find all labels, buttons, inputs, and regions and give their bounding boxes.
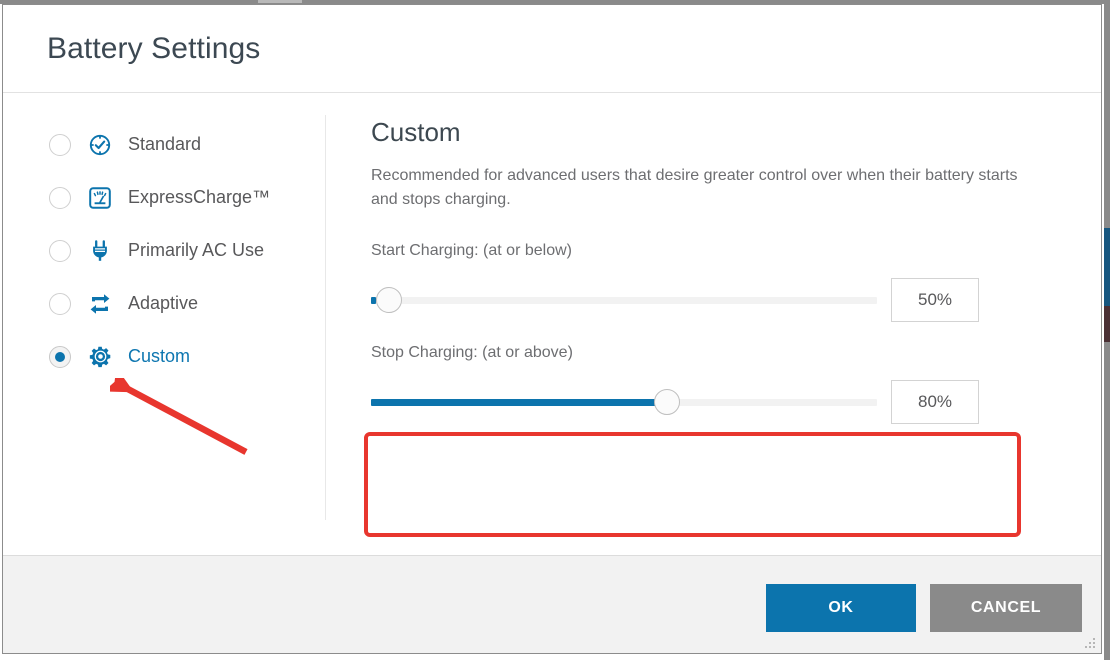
start-charging-slider[interactable] bbox=[371, 287, 877, 313]
mode-option-adaptive[interactable]: Adaptive bbox=[3, 277, 325, 330]
dialog-body: Standard ExpressCharge™ Primarily AC Use… bbox=[3, 93, 1101, 557]
detail-title: Custom bbox=[371, 117, 461, 147]
window-chrome-highlight bbox=[258, 0, 302, 3]
clock-check-icon bbox=[87, 132, 113, 158]
resize-grip[interactable] bbox=[1081, 634, 1095, 648]
stop-charging-value[interactable]: 80% bbox=[891, 380, 979, 424]
start-charging-group: Start Charging: (at or below) 50% bbox=[371, 242, 1101, 322]
radio-adaptive[interactable] bbox=[49, 292, 71, 315]
mode-option-expresscharge[interactable]: ExpressCharge™ bbox=[3, 171, 325, 224]
stop-charging-slider[interactable] bbox=[371, 389, 877, 415]
background-window-edge-dark bbox=[1104, 306, 1110, 342]
detail-description: Recommended for advanced users that desi… bbox=[371, 167, 1018, 208]
start-charging-thumb[interactable] bbox=[375, 287, 402, 313]
mode-label-primarily-ac-use: Primarily AC Use bbox=[128, 240, 265, 260]
desktop-background: Battery Settings Standard ExpressCharge™… bbox=[0, 0, 1110, 660]
mode-option-standard[interactable]: Standard bbox=[3, 118, 325, 171]
mode-label-standard: Standard bbox=[128, 134, 202, 154]
dialog-footer: OK CANCEL bbox=[3, 555, 1101, 653]
dialog-titlebar: Battery Settings bbox=[3, 5, 1101, 93]
radio-custom[interactable] bbox=[49, 345, 71, 368]
repeat-arrows-icon bbox=[87, 291, 113, 317]
mode-label-adaptive: Adaptive bbox=[128, 293, 199, 313]
gear-icon bbox=[87, 344, 113, 370]
ok-button[interactable]: OK bbox=[766, 584, 916, 632]
stop-charging-row: 80% bbox=[371, 380, 1101, 424]
stop-charging-group: Stop Charging: (at or above) 80% bbox=[371, 344, 1101, 424]
page-title: Battery Settings bbox=[47, 31, 261, 65]
stop-charging-thumb[interactable] bbox=[654, 389, 681, 415]
start-charging-row: 50% bbox=[371, 278, 1101, 322]
start-charging-track[interactable] bbox=[371, 297, 877, 304]
battery-mode-list: Standard ExpressCharge™ Primarily AC Use… bbox=[3, 93, 325, 557]
mode-option-primarily-ac-use[interactable]: Primarily AC Use bbox=[3, 224, 325, 277]
footer-button-group: OK CANCEL bbox=[766, 584, 1082, 632]
power-plug-icon bbox=[87, 238, 113, 264]
gauge-icon bbox=[87, 185, 113, 211]
background-window-edge-blue bbox=[1104, 228, 1110, 306]
stop-charging-label: Stop Charging: (at or above) bbox=[371, 344, 573, 361]
battery-settings-dialog: Battery Settings Standard ExpressCharge™… bbox=[2, 4, 1102, 654]
background-window-edge-bottom bbox=[1104, 342, 1110, 660]
mode-label-expresscharge: ExpressCharge™ bbox=[128, 187, 271, 207]
stop-charging-fill bbox=[371, 399, 670, 406]
radio-primarily-ac-use[interactable] bbox=[49, 239, 71, 262]
start-charging-label: Start Charging: (at or below) bbox=[371, 242, 572, 259]
radio-expresscharge[interactable] bbox=[49, 186, 71, 209]
radio-standard[interactable] bbox=[49, 133, 71, 156]
start-charging-value[interactable]: 50% bbox=[891, 278, 979, 322]
cancel-button[interactable]: CANCEL bbox=[930, 584, 1082, 632]
mode-detail-pane: Custom Recommended for advanced users th… bbox=[325, 93, 1101, 557]
background-window-edge-top bbox=[1104, 0, 1110, 228]
mode-label-custom: Custom bbox=[128, 346, 191, 366]
mode-option-custom[interactable]: Custom bbox=[3, 330, 325, 383]
